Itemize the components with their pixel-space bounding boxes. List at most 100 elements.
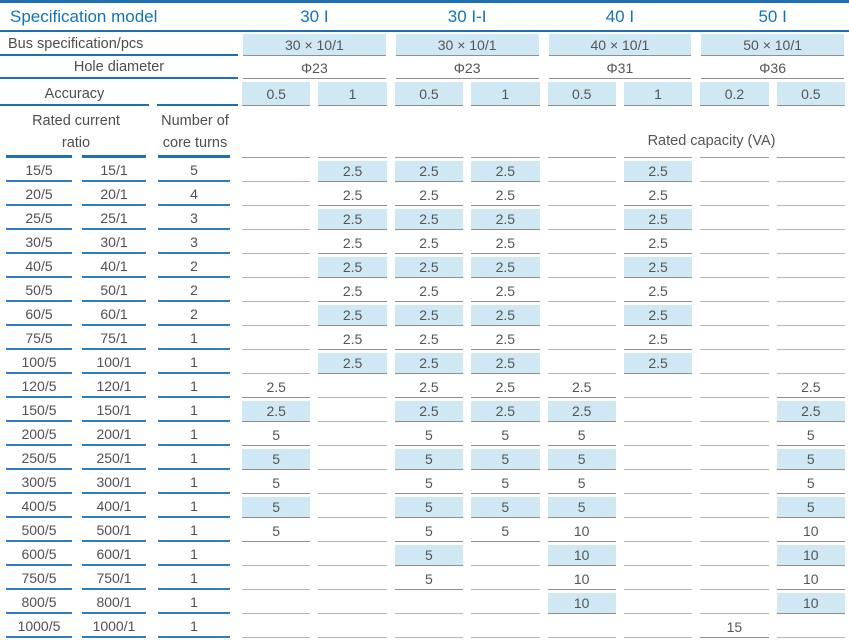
capacity-cells: 15: [238, 614, 849, 638]
hole-value: Φ23: [243, 58, 386, 79]
capacity-cell: [623, 593, 693, 614]
capacity-cell: 5: [242, 473, 311, 494]
capacity-cell: 5: [394, 521, 464, 542]
capacity-cell: 2.5: [776, 401, 845, 422]
capacity-cell: [776, 329, 845, 350]
capacity-cell: [547, 305, 616, 326]
capacity-cell: 5: [394, 449, 464, 470]
ratio-5-cell: 20/5: [6, 182, 72, 206]
turns-cell: 2: [158, 254, 230, 278]
capacity-cell: [318, 425, 387, 446]
table-row: 50/5 50/1 2 2.5 2.5 2.5 2.5: [0, 278, 849, 302]
ratio-1-cell: 1000/1: [82, 614, 146, 638]
capacity-cells: 5 10 10: [238, 566, 849, 590]
bus-specification-row: Bus specification/pcs 30 × 10/1 30 × 10/…: [0, 32, 849, 56]
capacity-cell: [318, 473, 387, 494]
capacity-cell: 5: [547, 449, 616, 470]
turns-cell: 5: [158, 158, 230, 182]
capacity-cell: 5: [547, 473, 616, 494]
ratio-5-cell: 400/5: [6, 494, 72, 518]
capacity-cells: 55555: [238, 470, 849, 494]
table-row: 800/5 800/1 1 10 10: [0, 590, 849, 614]
capacity-cell: [623, 521, 693, 542]
capacity-cell: 2.5: [394, 281, 464, 302]
ratio-1-cell: 30/1: [82, 230, 146, 254]
capacity-cells: 55555: [238, 494, 849, 518]
capacity-cell: 2.5: [394, 161, 464, 182]
capacity-cell: [242, 569, 311, 590]
accuracy-label: Accuracy: [0, 79, 149, 106]
capacity-cell: 2.5: [471, 329, 540, 350]
capacity-cell: [776, 209, 845, 230]
accuracy-value: 0.5: [242, 82, 311, 106]
capacity-cell: [776, 233, 845, 254]
ratio-5-cell: 200/5: [6, 422, 72, 446]
capacity-cell: 2.5: [471, 185, 540, 206]
capacity-cell: 2.5: [471, 209, 540, 230]
capacity-cell: [700, 185, 769, 206]
capacity-cell: 2.5: [471, 353, 540, 374]
accuracy-value: 0.5: [394, 82, 464, 106]
bus-specification-label: Bus specification/pcs: [0, 32, 238, 56]
capacity-cells: 2.5 2.5 2.5 2.5: [238, 254, 849, 278]
ratio-5-cell: 750/5: [6, 566, 72, 590]
capacity-cell: 5: [394, 425, 464, 446]
row-left-zone: 750/5 750/1 1: [0, 566, 238, 590]
turns-cell: 1: [158, 518, 230, 542]
capacity-cell: 2.5: [394, 185, 464, 206]
ratio-1-cell: 25/1: [82, 206, 146, 230]
capacity-cell: 5: [471, 473, 540, 494]
row-left-zone: 1000/5 1000/1 1: [0, 614, 238, 638]
accuracy-value: 1: [623, 82, 693, 106]
row-left-zone: 30/5 30/1 3: [0, 230, 238, 254]
capacity-cell: [623, 497, 693, 518]
capacity-cell: 2.5: [471, 257, 540, 278]
capacity-cell: [547, 353, 616, 374]
capacity-cell: [242, 209, 311, 230]
capacity-cells: 5 10 10: [238, 542, 849, 566]
capacity-column-underlines: [238, 157, 849, 158]
rated-capacity-zone: Rated capacity (VA): [238, 106, 849, 158]
row-left-zone: 60/5 60/1 2: [0, 302, 238, 326]
table-row: 15/5 15/1 5 2.5 2.5 2.5 2.5: [0, 158, 849, 182]
turns-cell: 4: [158, 182, 230, 206]
ratio-1-cell: 120/1: [82, 374, 146, 398]
turns-cell: 1: [158, 326, 230, 350]
capacity-cell: [623, 401, 693, 422]
capacity-cell: 5: [394, 569, 464, 590]
table-row: 100/5 100/1 1 2.5 2.5 2.5 2.5: [0, 350, 849, 374]
capacity-cell: [623, 617, 693, 638]
capacity-cell: 5: [242, 497, 311, 518]
turns-cell: 1: [158, 590, 230, 614]
capacity-cell: 2.5: [776, 377, 845, 398]
row-left-zone: 400/5 400/1 1: [0, 494, 238, 518]
ratio-5-cell: 50/5: [6, 278, 72, 302]
capacity-cell: [623, 377, 693, 398]
ratio-5-cell: 100/5: [6, 350, 72, 374]
capacity-cell: 2.5: [471, 401, 540, 422]
capacity-cell: 2.5: [318, 161, 387, 182]
accuracy-value: 1: [318, 82, 387, 106]
capacity-cell: [242, 161, 311, 182]
hole-value: Φ36: [701, 58, 844, 79]
capacity-cell: 2.5: [471, 161, 540, 182]
capacity-cell: 2.5: [318, 233, 387, 254]
capacity-cell: 2.5: [318, 281, 387, 302]
capacity-cells: 2.5 2.5 2.5 2.5: [238, 326, 849, 350]
capacity-cell: [242, 281, 311, 302]
accuracy-value: 0.2: [700, 82, 769, 106]
row-left-zone: 120/5 120/1 1: [0, 374, 238, 398]
model-name: 50 I: [758, 6, 787, 26]
core-turns-header: Number of core turns: [152, 106, 238, 158]
ratio-1-cell: 600/1: [82, 542, 146, 566]
capacity-cell: [776, 305, 845, 326]
capacity-cell: [623, 425, 693, 446]
capacity-cell: 5: [547, 425, 616, 446]
capacity-cell: [318, 521, 387, 542]
capacity-cell: 2.5: [394, 233, 464, 254]
capacity-cell: [700, 449, 769, 470]
capacity-cell: [547, 329, 616, 350]
capacity-cells: 2.5 2.5 2.5 2.5 2.5: [238, 374, 849, 398]
row-left-zone: 40/5 40/1 2: [0, 254, 238, 278]
table-row: 300/5 300/1 1 5 5 5 5 5: [0, 470, 849, 494]
